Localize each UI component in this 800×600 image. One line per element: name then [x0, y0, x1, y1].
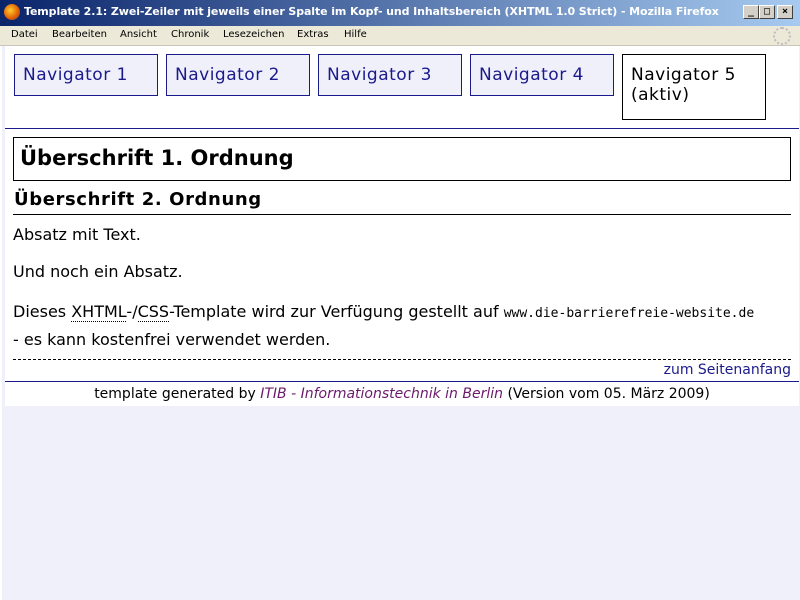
nav-item-5-active: Navigator 5 (aktiv): [622, 54, 766, 120]
page-heading-1: Überschrift 1. Ordnung: [13, 137, 791, 181]
abbr-xhtml: XHTML: [71, 302, 127, 322]
page-heading-2: Überschrift 2. Ordnung: [13, 189, 791, 215]
nav-item-3[interactable]: Navigator 3: [318, 54, 462, 96]
paragraph-3-mid: -Template wird zur Verfügung gestellt au…: [169, 302, 504, 321]
back-to-top-link[interactable]: zum Seitenanfang: [664, 362, 791, 378]
toplink-row: zum Seitenanfang: [13, 359, 791, 381]
throbber-icon: [773, 27, 791, 45]
menu-extras[interactable]: Extras: [297, 29, 329, 40]
menubar: Datei Bearbeiten Ansicht Chronik Lesezei…: [0, 26, 800, 46]
window-title: Template 2.1: Zwei-Zeiler mit jeweils ei…: [24, 5, 719, 18]
paragraph-1: Absatz mit Text.: [13, 225, 141, 244]
nav-item-4[interactable]: Navigator 4: [470, 54, 614, 96]
paragraph-3-post: - es kann kostenfrei verwendet werden.: [13, 330, 331, 349]
nav-item-5-label: Navigator 5: [631, 65, 736, 85]
paragraph-2: Und noch ein Absatz.: [13, 262, 183, 281]
nav-item-2[interactable]: Navigator 2: [166, 54, 310, 96]
footer-post: (Version vom 05. März 2009): [503, 386, 710, 402]
navigation: Navigator 1 Navigator 2 Navigator 3 Navi…: [5, 46, 799, 129]
menu-lesezeichen[interactable]: Lesezeichen: [223, 29, 284, 40]
paragraph-3-pre: Dieses: [13, 302, 72, 321]
itib-link[interactable]: ITIB - Informationstechnik in Berlin: [260, 386, 503, 402]
minimize-button[interactable]: _: [743, 5, 759, 19]
footer: template generated by ITIB - Information…: [5, 381, 799, 406]
maximize-button[interactable]: □: [759, 5, 775, 19]
nav-item-5-state: (aktiv): [631, 85, 690, 105]
close-button[interactable]: ×: [777, 5, 793, 19]
menu-hilfe[interactable]: Hilfe: [344, 29, 367, 40]
page-content: Navigator 1 Navigator 2 Navigator 3 Navi…: [5, 46, 799, 406]
footer-pre: template generated by: [94, 386, 261, 402]
paragraph-3: Dieses XHTML-/CSS-Template wird zur Verf…: [13, 281, 791, 353]
menu-chronik[interactable]: Chronik: [171, 29, 209, 40]
menu-datei[interactable]: Datei: [11, 29, 38, 40]
window-titlebar: Template 2.1: Zwei-Zeiler mit jeweils ei…: [0, 0, 800, 26]
abbr-css: CSS: [137, 302, 170, 322]
firefox-icon: [4, 4, 20, 20]
paragraph-3-sep: -/: [126, 302, 138, 321]
menu-bearbeiten[interactable]: Bearbeiten: [52, 29, 107, 40]
website-url: www.die-barrierefreie-website.de: [503, 306, 755, 321]
nav-item-1[interactable]: Navigator 1: [14, 54, 158, 96]
menu-ansicht[interactable]: Ansicht: [120, 29, 157, 40]
page-viewport: Navigator 1 Navigator 2 Navigator 3 Navi…: [0, 46, 800, 600]
